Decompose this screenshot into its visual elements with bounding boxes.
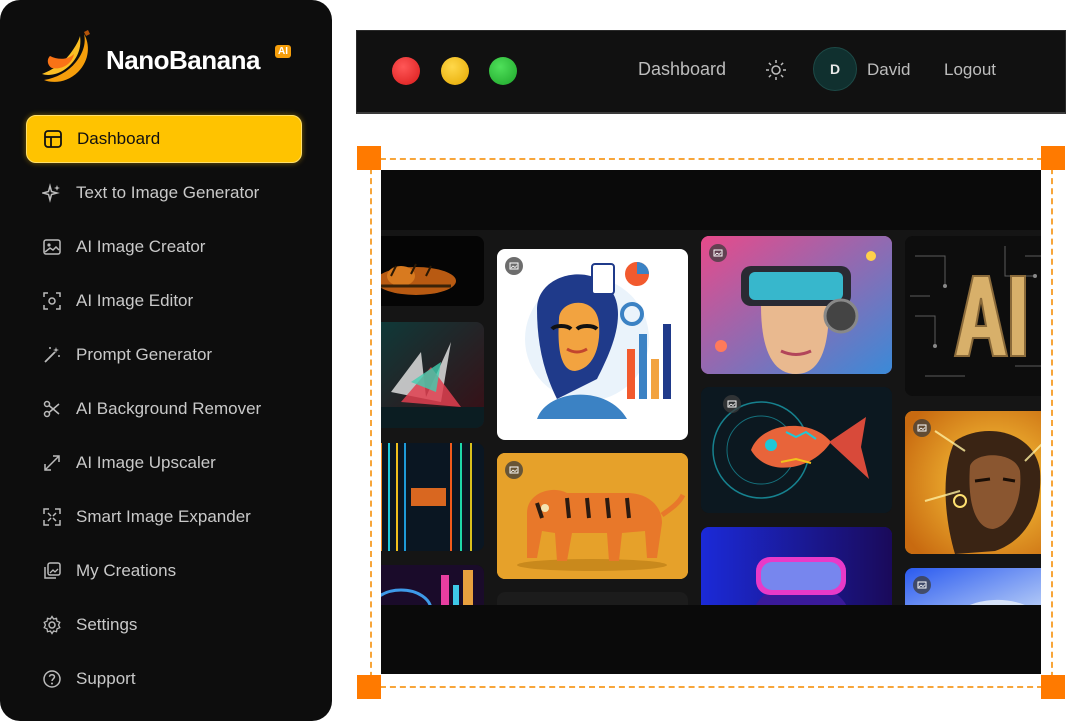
sidebar-item-ai-image-editor[interactable]: AI Image Editor [26, 277, 302, 325]
sidebar-item-label: Settings [76, 615, 138, 634]
sidebar-item-dashboard[interactable]: Dashboard [26, 115, 302, 163]
neon-skull-vr-image[interactable] [701, 527, 892, 605]
magic-wand-icon [42, 345, 62, 365]
tiger-robot-dark-thumb[interactable] [381, 236, 484, 306]
gear-icon [42, 615, 62, 635]
window-maximize-dot[interactable] [489, 57, 517, 85]
window-close-dot[interactable] [392, 57, 420, 85]
sidebar-item-image-upscaler[interactable]: AI Image Upscaler [26, 439, 302, 487]
sidebar-item-label: Text to Image Generator [76, 183, 260, 202]
sidebar-item-label: Support [76, 669, 136, 688]
user-name[interactable]: David [867, 60, 910, 80]
sidebar-item-label: AI Background Remover [76, 399, 262, 418]
help-icon [42, 669, 62, 689]
vr-headset-woman-image[interactable] [701, 236, 892, 374]
resize-handle-top-left[interactable] [357, 146, 381, 170]
brand-ai-badge: AI [275, 45, 291, 58]
ai-circuit-letters-image[interactable] [905, 236, 1041, 396]
image-badge-icon [709, 244, 727, 262]
sidebar-item-my-creations[interactable]: My Creations [26, 547, 302, 595]
image-badge-icon [913, 419, 931, 437]
layout-icon [43, 129, 63, 149]
robotic-fish-image[interactable] [701, 387, 892, 513]
sparkles-icon [42, 183, 62, 203]
page-title: Dashboard [638, 59, 727, 79]
brand-name: NanoBanana [106, 44, 260, 75]
brand-logo[interactable]: NanoBanana [40, 30, 260, 90]
placeholder-tile[interactable] [497, 592, 688, 605]
resize-handle-top-right[interactable] [1041, 146, 1065, 170]
sidebar: NanoBanana AI Dashboard Text to Image Ge… [0, 0, 332, 721]
digital-tunnel-thumb[interactable] [381, 443, 484, 551]
image-badge-icon [723, 395, 741, 413]
scissors-icon [42, 399, 62, 419]
cyborg-woman-image[interactable] [905, 411, 1041, 554]
woman-data-illustration-image[interactable] [497, 249, 688, 440]
logout-link[interactable]: Logout [944, 60, 996, 80]
neon-city-thumb[interactable] [381, 565, 484, 605]
banana-logo-icon [42, 30, 90, 82]
blue-neon-portrait-image[interactable] [905, 568, 1041, 605]
app-page: NanoBanana AI Dashboard Text to Image Ge… [0, 0, 1066, 721]
window-topbar: Dashboard D David Logout [356, 30, 1066, 114]
sidebar-item-text-to-image[interactable]: Text to Image Generator [26, 169, 302, 217]
window-minimize-dot[interactable] [441, 57, 469, 85]
sidebar-item-label: Dashboard [77, 129, 161, 148]
sidebar-nav: Dashboard Text to Image Generator AI Ima… [26, 115, 302, 709]
avatar[interactable]: D [813, 47, 857, 91]
sidebar-item-label: Smart Image Expander [76, 507, 251, 526]
sidebar-item-label: Prompt Generator [76, 345, 213, 364]
gallery-icon [42, 561, 62, 581]
gallery-window [381, 170, 1041, 674]
sidebar-item-label: AI Image Creator [76, 237, 206, 256]
image-badge-icon [505, 461, 523, 479]
expand-frame-icon [42, 507, 62, 527]
sidebar-item-image-expander[interactable]: Smart Image Expander [26, 493, 302, 541]
sidebar-item-ai-image-creator[interactable]: AI Image Creator [26, 223, 302, 271]
image-badge-icon [505, 257, 523, 275]
sidebar-item-background-remover[interactable]: AI Background Remover [26, 385, 302, 433]
sidebar-item-label: AI Image Upscaler [76, 453, 216, 472]
sidebar-item-prompt-generator[interactable]: Prompt Generator [26, 331, 302, 379]
expand-arrows-icon [42, 453, 62, 473]
mechanical-tiger-image[interactable] [497, 453, 688, 579]
abstract-explosion-thumb[interactable] [381, 322, 484, 428]
resize-handle-bottom-left[interactable] [357, 675, 381, 699]
image-gallery-grid [381, 230, 1041, 605]
sidebar-item-label: AI Image Editor [76, 291, 194, 310]
sun-icon[interactable] [765, 59, 787, 81]
sidebar-item-label: My Creations [76, 561, 177, 580]
image-badge-icon [913, 576, 931, 594]
focus-icon [42, 291, 62, 311]
sidebar-item-settings[interactable]: Settings [26, 601, 302, 649]
resize-handle-bottom-right[interactable] [1041, 675, 1065, 699]
sidebar-item-support[interactable]: Support [26, 655, 302, 703]
image-icon [42, 237, 62, 257]
